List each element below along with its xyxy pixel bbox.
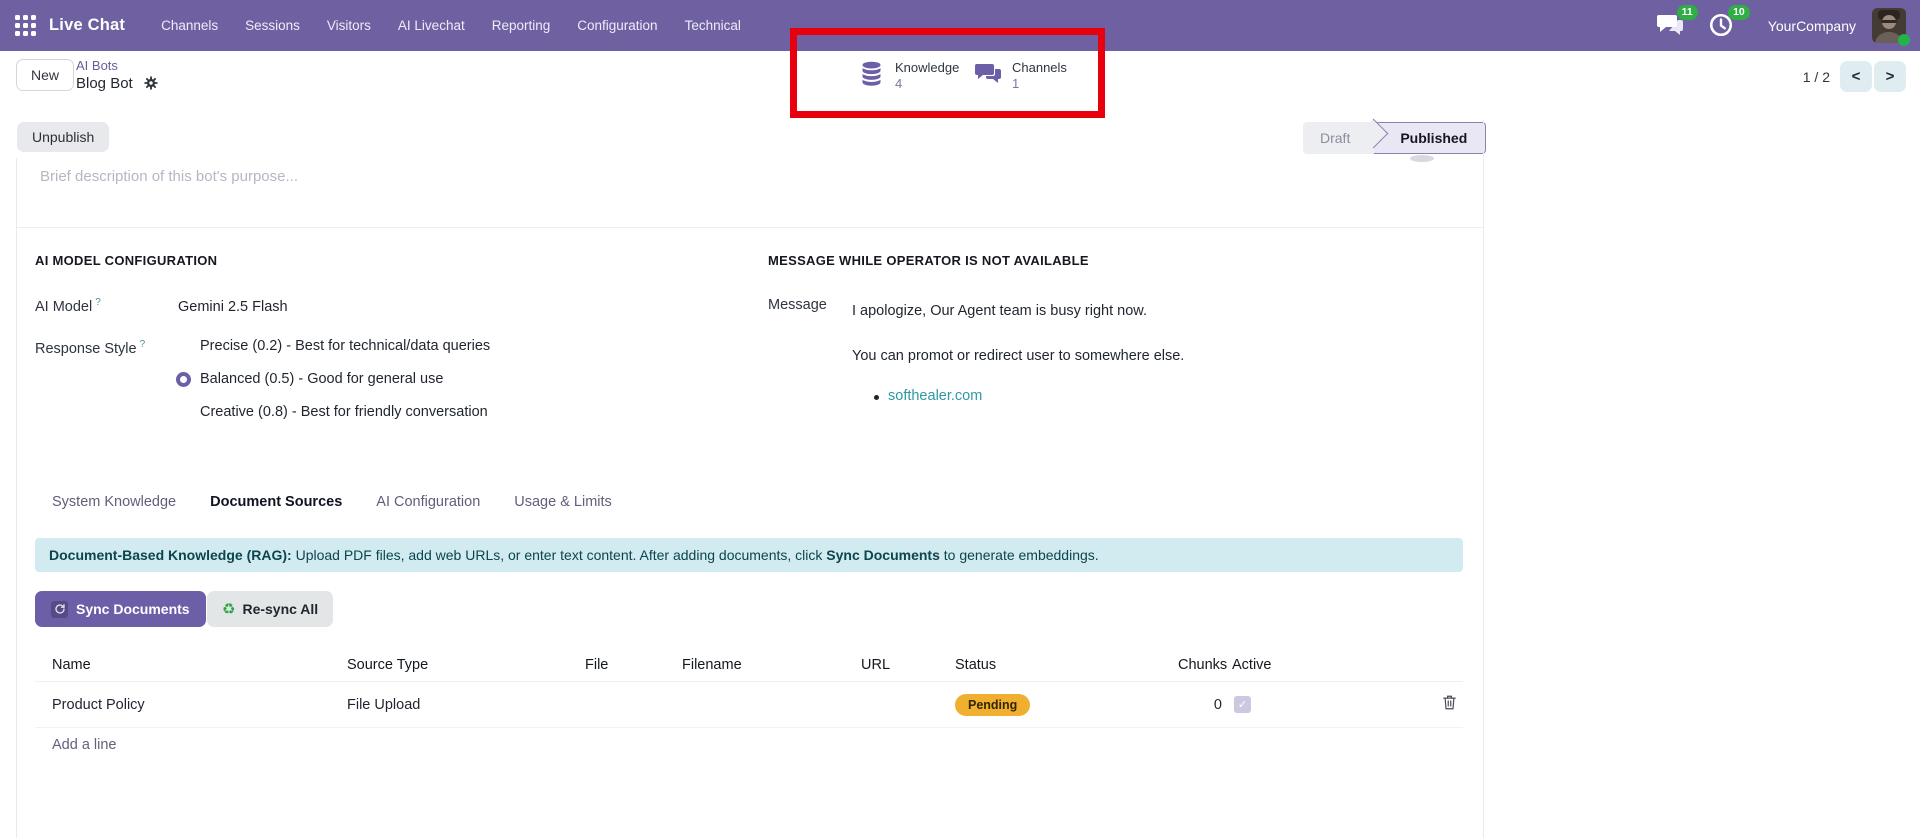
col-header-source-type[interactable]: Source Type xyxy=(347,657,585,673)
stat-button-channels[interactable]: Channels 1 xyxy=(974,60,1067,91)
tab-ai-configuration[interactable]: AI Configuration xyxy=(376,494,480,520)
col-header-file[interactable]: File xyxy=(585,657,682,673)
ai-model-value[interactable]: Gemini 2.5 Flash xyxy=(178,299,288,315)
topbar-right: 11 10 YourCompany xyxy=(1656,0,1920,51)
message-label: Message xyxy=(768,297,827,313)
page: Live Chat Channels Sessions Visitors AI … xyxy=(0,0,1920,838)
add-a-line-link[interactable]: Add a line xyxy=(52,737,117,753)
active-checkbox[interactable]: ✓ xyxy=(1234,696,1251,713)
col-header-name[interactable]: Name xyxy=(35,657,347,673)
radio-option-precise[interactable]: Precise (0.2) - Best for technical/data … xyxy=(176,338,490,354)
pager: 1 / 2 < > xyxy=(1803,61,1906,92)
help-icon: ? xyxy=(95,297,101,308)
table-row[interactable]: Product Policy File Upload Pending 0 ✓ xyxy=(35,682,1463,728)
breadcrumb-parent-link[interactable]: AI Bots xyxy=(76,58,159,73)
cell-source-type[interactable]: File Upload xyxy=(347,697,585,713)
activities-icon[interactable]: 10 xyxy=(1708,4,1750,40)
radio-option-balanced[interactable]: Balanced (0.5) - Good for general use xyxy=(176,371,443,387)
statusbar-published[interactable]: Published xyxy=(1358,118,1487,154)
breadcrumb: AI Bots Blog Bot xyxy=(76,58,159,96)
company-menu[interactable]: YourCompany xyxy=(1768,18,1856,34)
nav-item-configuration[interactable]: Configuration xyxy=(577,18,657,33)
softhealer-link[interactable]: softhealer.com xyxy=(888,388,982,404)
messages-icon[interactable]: 11 xyxy=(1656,4,1698,40)
ai-model-label: AI Model? xyxy=(35,297,101,315)
nav-item-reporting[interactable]: Reporting xyxy=(492,18,551,33)
activities-badge: 10 xyxy=(1728,4,1750,20)
app-brand[interactable]: Live Chat xyxy=(49,16,125,35)
stat-button-knowledge[interactable]: Knowledge 4 xyxy=(858,60,959,91)
col-header-chunks[interactable]: Chunks xyxy=(1178,657,1232,673)
sync-icon xyxy=(51,600,68,618)
chevron-left-icon: < xyxy=(1851,68,1861,85)
help-icon: ? xyxy=(139,339,146,350)
radio-option-creative[interactable]: Creative (0.8) - Best for friendly conve… xyxy=(176,404,488,420)
col-header-status[interactable]: Status xyxy=(955,657,1178,673)
pager-counter: 1 / 2 xyxy=(1802,68,1830,85)
col-header-active[interactable]: Active xyxy=(1232,657,1332,673)
stat-value-knowledge: 4 xyxy=(895,76,903,91)
tab-document-sources[interactable]: Document Sources xyxy=(210,494,342,520)
rag-info-banner: Document-Based Knowledge (RAG): Upload P… xyxy=(35,538,1463,572)
nav-item-technical[interactable]: Technical xyxy=(685,18,741,33)
description-field[interactable]: Brief description of this bot's purpose.… xyxy=(40,168,298,185)
nav-item-visitors[interactable]: Visitors xyxy=(327,18,371,33)
online-status-dot xyxy=(1898,34,1910,46)
col-header-url[interactable]: URL xyxy=(861,657,955,673)
recycle-icon: ♻ xyxy=(222,601,236,618)
nav-menu: Channels Sessions Visitors AI Livechat R… xyxy=(161,18,741,33)
sheet-left-border xyxy=(16,158,17,838)
nav-item-sessions[interactable]: Sessions xyxy=(245,18,300,33)
database-icon xyxy=(862,61,881,86)
tab-system-knowledge[interactable]: System Knowledge xyxy=(52,494,176,520)
status-badge: Pending xyxy=(955,693,1031,716)
pager-previous-button[interactable]: < xyxy=(1840,61,1872,92)
section-title-ai-model: AI MODEL CONFIGURATION xyxy=(35,253,218,268)
stat-label-knowledge: Knowledge xyxy=(895,60,960,75)
table-header-row: Name Source Type File Filename URL Statu… xyxy=(35,648,1463,682)
cell-name[interactable]: Product Policy xyxy=(35,697,347,713)
sync-documents-button[interactable]: Sync Documents xyxy=(35,591,206,627)
breadcrumb-current[interactable]: Blog Bot xyxy=(76,75,133,92)
stat-label-channels: Channels xyxy=(1012,60,1067,75)
top-navbar: Live Chat Channels Sessions Visitors AI … xyxy=(0,0,1920,51)
radio-on-icon xyxy=(176,371,191,387)
messages-badge: 11 xyxy=(1676,4,1698,20)
nav-item-ai-livechat[interactable]: AI Livechat xyxy=(398,18,465,33)
message-line-1[interactable]: I apologize, Our Agent team is busy righ… xyxy=(852,303,1147,319)
gear-icon[interactable] xyxy=(143,75,159,96)
bullet-dot xyxy=(874,395,879,400)
col-header-filename[interactable]: Filename xyxy=(682,657,861,673)
response-style-label: Response Style? xyxy=(35,339,146,357)
cell-chunks: 0 xyxy=(1213,696,1222,713)
nav-item-channels[interactable]: Channels xyxy=(161,18,218,33)
user-avatar[interactable] xyxy=(1872,8,1910,46)
new-button[interactable]: New xyxy=(16,59,75,91)
chat-bubbles-icon xyxy=(975,64,1001,83)
radio-off-icon xyxy=(176,339,191,354)
statusbar: Draft Published xyxy=(1303,118,1487,154)
trash-icon xyxy=(1443,695,1456,709)
divider xyxy=(17,227,1483,228)
section-title-operator-message: MESSAGE WHILE OPERATOR IS NOT AVAILABLE xyxy=(768,253,1089,268)
radio-off-icon xyxy=(176,405,191,420)
stat-value-channels: 1 xyxy=(1012,76,1020,91)
unpublish-button[interactable]: Unpublish xyxy=(17,122,110,152)
resync-all-button[interactable]: ♻ Re-sync All xyxy=(207,591,334,627)
notebook-tabs: System Knowledge Document Sources AI Con… xyxy=(52,494,612,520)
avatar-edge-ellipse xyxy=(1410,155,1434,162)
tab-usage-limits[interactable]: Usage & Limits xyxy=(514,494,612,520)
sheet-right-border xyxy=(1483,120,1484,838)
pager-next-button[interactable]: > xyxy=(1874,61,1906,92)
apps-grid-icon[interactable] xyxy=(15,15,36,36)
chevron-right-icon: > xyxy=(1885,68,1895,85)
message-line-2[interactable]: You can promot or redirect user to somew… xyxy=(852,348,1184,364)
delete-row-button[interactable] xyxy=(1442,694,1463,716)
